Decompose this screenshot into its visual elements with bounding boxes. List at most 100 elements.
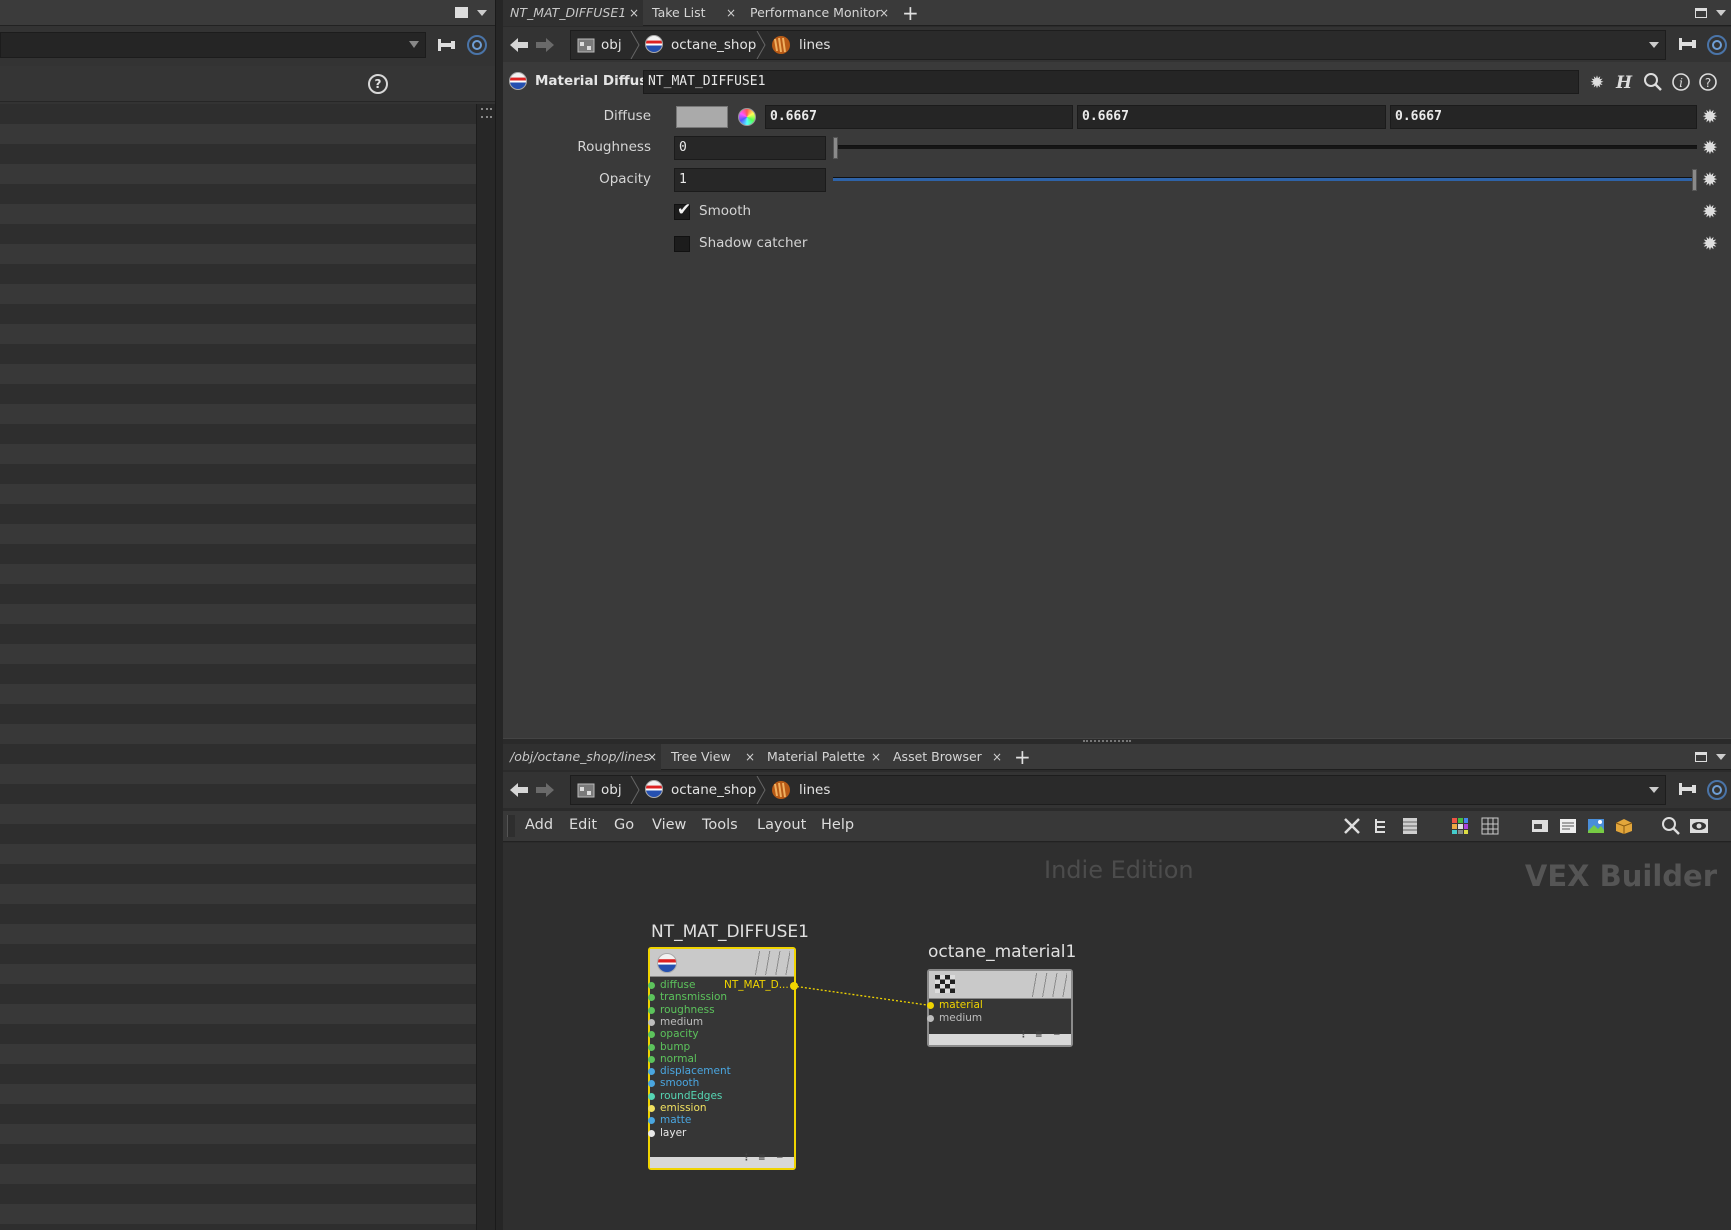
pane-layout-icon[interactable] [455,7,468,18]
port-dot[interactable] [648,1043,655,1051]
wrench-icon[interactable] [1342,816,1362,836]
material-ball-icon[interactable] [509,72,527,90]
port-dot[interactable] [648,1080,655,1088]
gear-icon[interactable]: ✹ [1699,106,1721,128]
node-flag-icon[interactable] [1027,973,1067,997]
node-footer-collapse-icon[interactable]: − [1053,1030,1061,1040]
left-pane-list[interactable] [0,104,476,1230]
chevron-down-icon[interactable] [1649,42,1659,48]
roughness-field[interactable]: 0 [674,136,826,160]
pane-layout-icon[interactable] [1695,8,1707,18]
roughness-slider[interactable] [833,137,1697,159]
close-icon[interactable]: × [745,744,755,770]
close-icon[interactable]: × [992,744,1002,770]
opacity-slider-handle[interactable] [1692,169,1697,191]
port-dot[interactable] [648,1031,655,1039]
shape-grid-icon[interactable] [1480,816,1500,836]
node-title-octane-material1[interactable]: octane_material1 [928,942,1076,962]
left-pane-selector[interactable] [0,32,426,58]
color-wheel-icon[interactable] [738,108,756,126]
link-ring-icon[interactable] [1707,35,1727,55]
port-dot[interactable] [927,1002,934,1009]
smooth-label[interactable]: Smooth [699,203,751,219]
gear-icon[interactable]: ✹ [1699,169,1721,191]
breadcrumb-item-obj[interactable]: obj [601,31,622,59]
node-footer-grip-icon[interactable]: ⋮ [742,1153,751,1163]
search-icon[interactable] [1661,816,1681,836]
port-dot[interactable] [648,1117,655,1125]
opacity-field[interactable]: 1 [674,168,826,192]
pane-menu-icon[interactable] [1716,754,1726,760]
gear-icon[interactable]: ✹ [1586,72,1608,94]
gear-icon[interactable]: ✹ [1699,137,1721,159]
smooth-checkbox[interactable]: ✔ [674,200,691,220]
tab-network-path[interactable]: /obj/octane_shop/lines × [503,744,661,770]
node-footer-menu-icon[interactable]: ≡ [1035,1030,1043,1040]
node-footer-grip-icon[interactable]: ⋮ [1019,1030,1028,1040]
node-header[interactable] [650,949,794,977]
scroll-grip-icon[interactable] [481,108,492,118]
breadcrumb-item-obj[interactable]: obj [601,776,622,804]
add-tab-icon[interactable]: + [902,2,919,24]
breadcrumb-item-lines[interactable]: lines [799,31,830,59]
port-dot[interactable] [648,1006,655,1014]
node-nt-mat-diffuse1[interactable]: diffuse transmission roughness medium opacit… [648,947,798,1170]
tab-asset-browser[interactable]: Asset Browser × [886,744,1004,770]
breadcrumb-item-lines[interactable]: lines [799,776,830,804]
pin-icon[interactable] [1678,781,1700,797]
port-dot[interactable] [648,1018,655,1026]
port-dot[interactable] [648,982,655,989]
tab-nt-mat-diffuse1[interactable]: NT_MAT_DIFFUSE1 × [503,0,643,26]
back-arrow-icon[interactable] [509,782,529,798]
chevron-down-icon[interactable] [409,41,419,48]
link-ring-icon[interactable] [467,35,487,55]
node-footer-collapse-icon[interactable]: − [776,1153,784,1163]
houdini-help-icon[interactable]: H [1613,72,1635,94]
output-port[interactable] [790,982,798,990]
close-icon[interactable]: × [879,0,889,26]
back-arrow-icon[interactable] [509,37,529,53]
pane-divider[interactable] [495,0,503,1230]
tab-tree-view[interactable]: Tree View × [664,744,757,770]
diffuse-r-field[interactable]: 0.6667 [765,105,1073,129]
forward-arrow-icon[interactable] [535,37,555,53]
top-breadcrumb[interactable]: obj octane_shop lines [570,30,1666,60]
help-icon[interactable]: ? [1697,72,1719,94]
network-box-icon[interactable] [1530,816,1550,836]
node-header[interactable] [929,971,1071,999]
asset-box-icon[interactable] [1614,816,1634,836]
port-dot[interactable] [648,1129,655,1137]
sticky-note-icon[interactable] [1558,816,1578,836]
menu-edit[interactable]: Edit [569,817,597,833]
pane-layout-icon[interactable] [1695,752,1707,762]
link-ring-icon[interactable] [1707,780,1727,800]
breadcrumb-item-octane-shop[interactable]: octane_shop [671,776,756,804]
diffuse-b-field[interactable]: 0.6667 [1390,105,1697,129]
left-pane-scrollbar[interactable] [476,104,495,1230]
pin-icon[interactable] [437,37,459,53]
help-icon[interactable]: ? [368,74,388,94]
breadcrumb-item-octane-shop[interactable]: octane_shop [671,31,756,59]
gear-icon[interactable]: ✹ [1699,233,1721,255]
pane-menu-icon[interactable] [477,10,487,16]
pane-menu-icon[interactable] [1716,10,1726,16]
gear-icon[interactable]: ✹ [1699,201,1721,223]
node-flag-icon[interactable] [750,951,790,975]
background-image-icon[interactable] [1586,816,1606,836]
split-grip-icon[interactable] [1083,740,1131,743]
forward-arrow-icon[interactable] [535,782,555,798]
menu-go[interactable]: Go [614,817,634,833]
tab-material-palette[interactable]: Material Palette × [760,744,883,770]
list-view-icon[interactable] [1400,816,1420,836]
close-icon[interactable]: × [871,744,881,770]
close-icon[interactable]: × [726,0,736,26]
shadow-catcher-checkbox[interactable] [674,236,690,252]
add-tab-icon[interactable]: + [1014,746,1031,768]
menu-add[interactable]: Add [525,817,553,833]
diffuse-g-field[interactable]: 0.6667 [1077,105,1386,129]
roughness-slider-handle[interactable] [833,137,838,159]
bottom-breadcrumb[interactable]: obj octane_shop lines [570,775,1666,805]
diffuse-color-swatch[interactable] [676,106,728,128]
info-icon[interactable]: i [1670,72,1692,94]
node-name-field[interactable]: NT_MAT_DIFFUSE1 [643,70,1579,94]
